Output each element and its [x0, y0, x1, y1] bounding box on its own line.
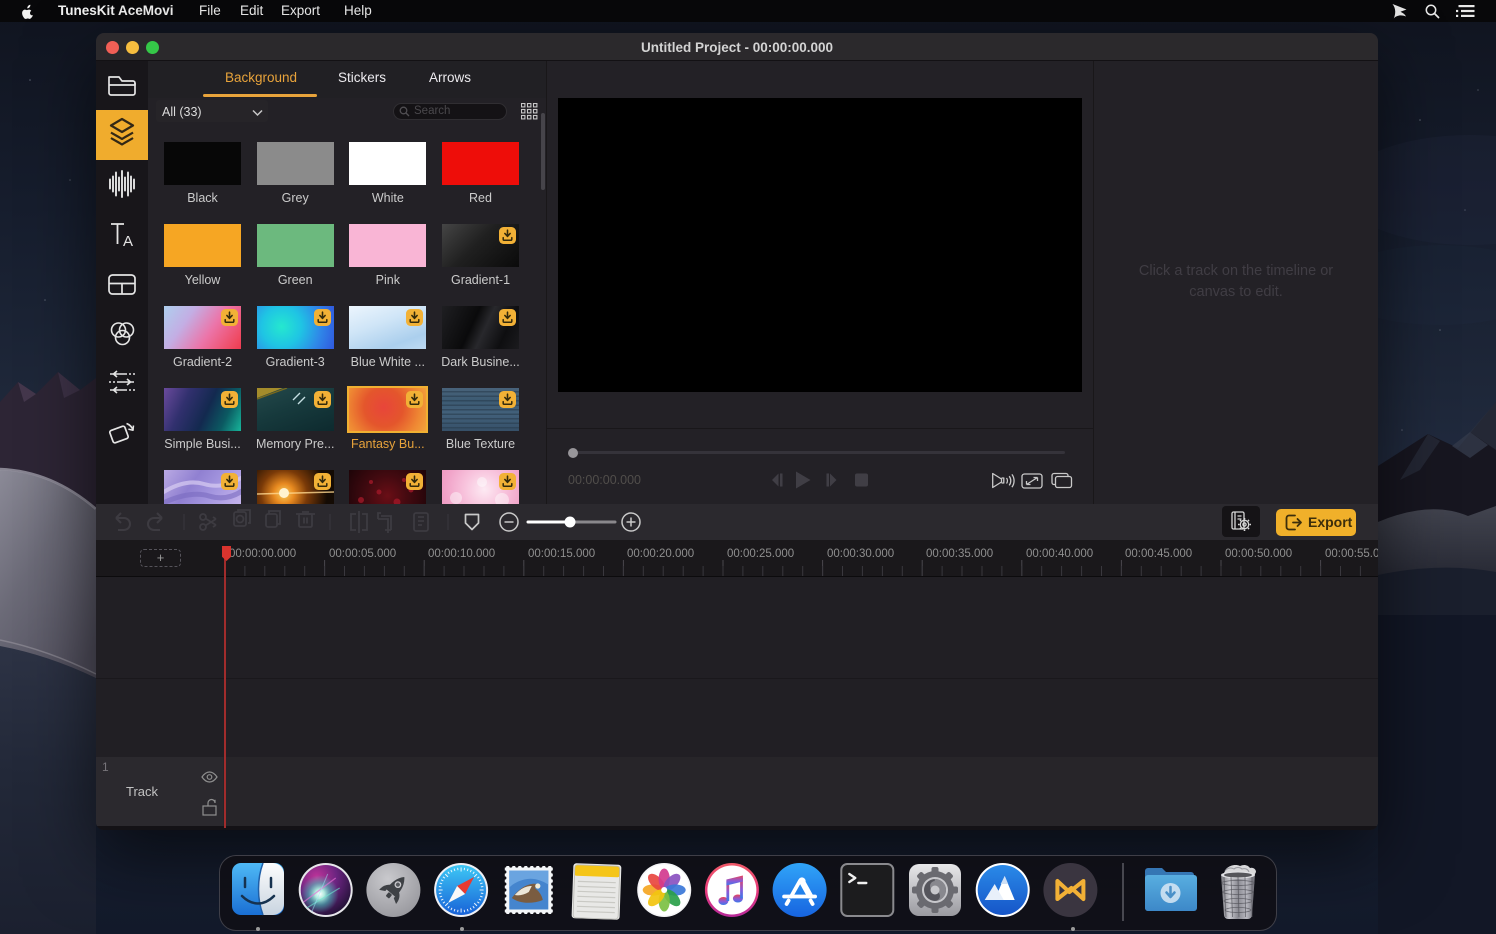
svg-text:A: A [123, 233, 133, 250]
